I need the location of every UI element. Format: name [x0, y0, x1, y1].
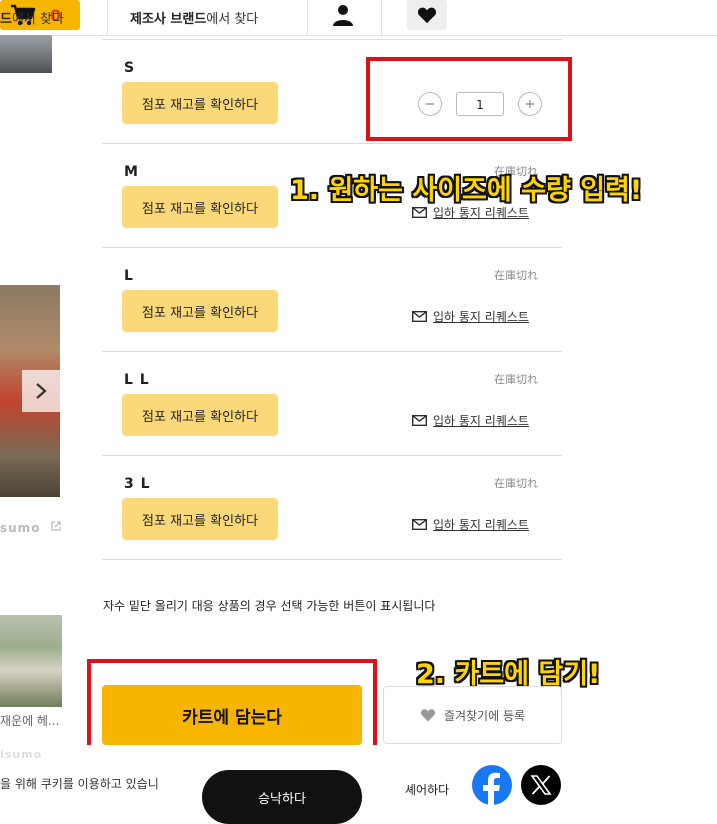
- product-thumbnail[interactable]: [0, 35, 52, 73]
- sold-out-status: 在庫切れ: [494, 373, 538, 386]
- add-to-favorites-button[interactable]: 즐겨찾기에 등록: [383, 686, 562, 744]
- restock-notify-label: 입하 통지 리퀘스트: [433, 414, 529, 428]
- check-store-stock-button[interactable]: 점포 재고를 확인하다: [122, 394, 278, 436]
- brand-search-bold: 제조사 브랜드: [130, 12, 207, 27]
- header-divider: [381, 0, 382, 35]
- restock-notify-link[interactable]: 입하 통지 리퀘스트: [412, 516, 529, 533]
- sold-out-status: 在庫切れ: [494, 269, 538, 282]
- size-label-3l: 3 L: [124, 476, 151, 492]
- cookie-accept-button[interactable]: 승낙하다: [202, 770, 362, 824]
- external-link-icon: [50, 521, 61, 531]
- cookie-message: 을 위해 쿠키를 이용하고 있습니: [0, 777, 159, 791]
- embroidery-notice: 자수 밑단 올리기 대응 상품의 경우 선택 가능한 버튼이 표시됩니다: [103, 599, 436, 613]
- favorites-button[interactable]: [407, 0, 447, 30]
- size-label-s: S: [124, 60, 136, 76]
- envelope-icon: [412, 311, 427, 322]
- row-divider: [102, 559, 562, 560]
- x-logo-icon: [530, 775, 552, 795]
- user-icon: [333, 5, 353, 26]
- facebook-share-button[interactable]: [472, 765, 512, 805]
- header-divider: [307, 0, 308, 35]
- check-store-stock-button[interactable]: 점포 재고를 확인하다: [122, 82, 278, 124]
- facebook-icon: [483, 772, 500, 805]
- x-share-button[interactable]: [521, 765, 561, 805]
- header-divider: [107, 0, 108, 35]
- restock-notify-label: 입하 통지 리퀘스트: [433, 518, 529, 532]
- row-divider: [102, 39, 562, 40]
- brand-search-link[interactable]: 제조사 브랜드 에서 찾다: [130, 0, 258, 35]
- check-store-stock-button[interactable]: 점포 재고를 확인하다: [122, 186, 278, 228]
- size-label-l: L: [124, 268, 134, 284]
- heart-icon: [417, 7, 437, 24]
- heart-icon: [420, 709, 435, 722]
- row-divider: [102, 143, 562, 144]
- account-button[interactable]: [330, 0, 356, 30]
- check-store-stock-button[interactable]: 점포 재고를 확인하다: [122, 498, 278, 540]
- add-to-cart-button[interactable]: 카트에 담는다: [102, 685, 362, 745]
- restock-notify-label: 입하 통지 리퀘스트: [433, 310, 529, 324]
- review-caption[interactable]: 재운에 헤...: [0, 712, 59, 729]
- chevron-right-icon: [36, 383, 47, 399]
- annotation-step1: 1. 원하는 사이즈에 수량 입력!: [290, 175, 643, 206]
- category-search-prefix: 드: [0, 12, 12, 27]
- row-divider: [102, 351, 562, 352]
- sold-out-status: 在庫切れ: [494, 477, 538, 490]
- favorite-label: 즐겨찾기에 등록: [443, 708, 526, 723]
- envelope-icon: [412, 207, 427, 218]
- envelope-icon: [412, 415, 427, 426]
- size-label-ll: L L: [124, 372, 150, 388]
- envelope-icon: [412, 519, 427, 530]
- review-photo[interactable]: [0, 615, 62, 707]
- check-store-stock-button[interactable]: 점포 재고를 확인하다: [122, 290, 278, 332]
- carousel-next-button[interactable]: [22, 370, 60, 412]
- restock-notify-link[interactable]: 입하 통지 리퀘스트: [412, 308, 529, 325]
- row-divider: [102, 455, 562, 456]
- size-label-m: M: [124, 164, 139, 180]
- restock-notify-link[interactable]: 입하 통지 리퀘스트: [412, 412, 529, 429]
- brand-partial-text: sumo: [0, 521, 41, 535]
- annotation-highlight-quantity: [366, 57, 572, 141]
- brand-search-suffix: 에서 찾다: [206, 12, 259, 27]
- category-search-suffix: 에서 찾다: [11, 12, 64, 27]
- row-divider: [102, 247, 562, 248]
- cookie-faint-brand: isumo: [0, 748, 43, 761]
- top-header: 드 에서 찾다 제조사 브랜드 에서 찾다 0: [0, 0, 717, 36]
- brand-link-partial[interactable]: sumo: [0, 520, 62, 535]
- share-label: 셰어하다: [405, 783, 450, 797]
- category-search-link[interactable]: 드 에서 찾다: [0, 0, 64, 35]
